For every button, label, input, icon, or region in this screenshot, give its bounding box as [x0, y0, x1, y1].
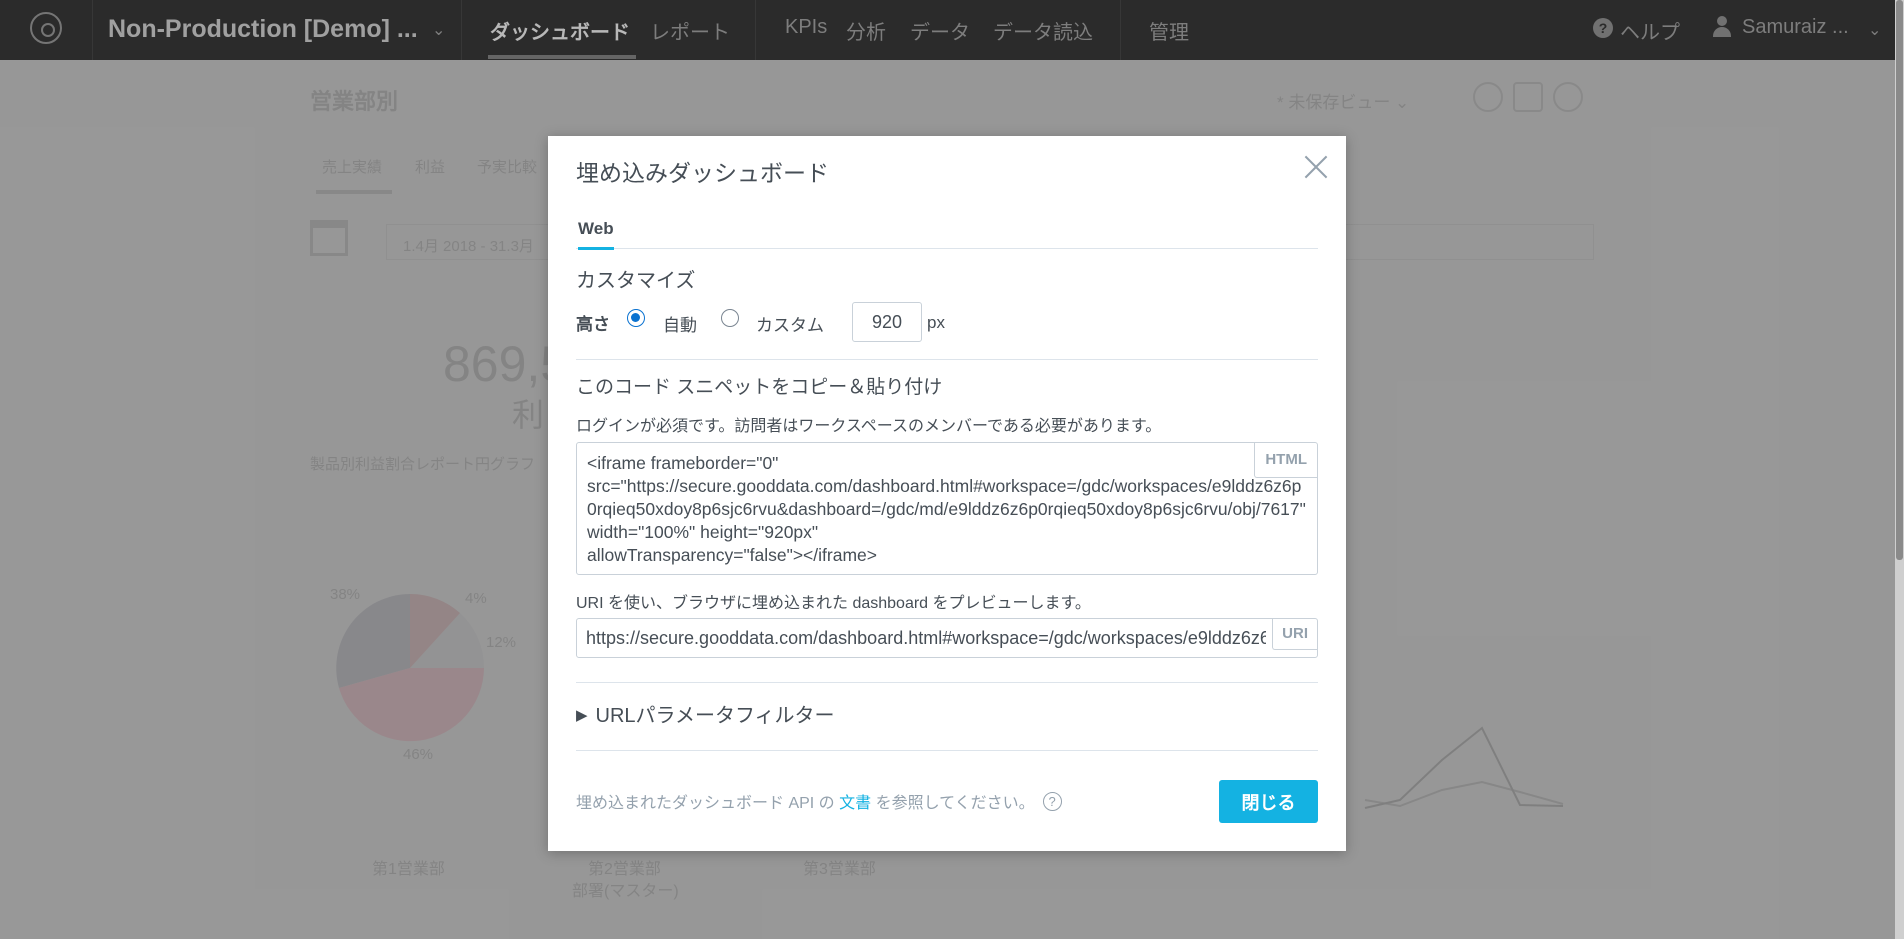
height-custom-radio[interactable] [721, 309, 739, 327]
footer-text-after: を参照してください。 [871, 795, 1035, 812]
dialog-tabs: Web [576, 219, 1318, 250]
uri-input[interactable]: https://secure.gooddata.com/dashboard.ht… [576, 618, 1318, 658]
height-label: 高さ [576, 315, 610, 334]
uri-badge: URI [1272, 619, 1317, 650]
help-circle-icon[interactable]: ? [1042, 792, 1062, 812]
embed-code-textarea[interactable]: <iframe frameborder="0" src="https://sec… [576, 442, 1318, 575]
footer-help-text: 埋め込まれたダッシュボード API の 文書 を参照してください。? [576, 789, 1062, 813]
customize-heading: カスタマイズ [576, 270, 696, 292]
scrollbar-thumb[interactable] [1896, 0, 1903, 560]
html-badge: HTML [1254, 443, 1317, 478]
close-button[interactable]: 閉じる [1219, 780, 1318, 823]
height-custom-label[interactable]: カスタム [756, 311, 824, 336]
close-icon[interactable] [1303, 154, 1329, 180]
uri-note: URI を使い、ブラウザに埋め込まれた dashboard をプレビューします。 [576, 595, 1091, 612]
uri-value: https://secure.gooddata.com/dashboard.ht… [586, 628, 1266, 648]
height-input[interactable] [852, 302, 922, 342]
divider [576, 359, 1318, 360]
snippet-heading: このコード スニペットをコピー＆貼り付け [576, 377, 943, 398]
embed-code: <iframe frameborder="0" src="https://sec… [587, 453, 1306, 565]
dialog-title: 埋め込みダッシュボード [576, 160, 829, 186]
page-scrollbar[interactable] [1895, 0, 1904, 939]
embed-dashboard-dialog: 埋め込みダッシュボード Web カスタマイズ 高さ 自動 カスタム px このコ… [548, 136, 1346, 851]
tab-web[interactable]: Web [578, 219, 614, 250]
px-unit-label: px [927, 313, 945, 332]
footer-text-before: 埋め込まれたダッシュボード API の [576, 795, 840, 812]
docs-link[interactable]: 文書 [839, 795, 871, 812]
expand-triangle-icon: ▶ [576, 707, 588, 724]
login-note: ログインが必須です。訪問者はワークスペースのメンバーである必要があります。 [576, 418, 1162, 435]
divider [576, 682, 1318, 683]
divider [576, 750, 1318, 751]
height-auto-radio[interactable] [627, 309, 645, 327]
url-parameter-filter-toggle[interactable]: ▶ URLパラメータフィルター [576, 699, 835, 728]
filter-toggle-label: URLパラメータフィルター [595, 705, 835, 727]
height-auto-label[interactable]: 自動 [663, 311, 697, 336]
